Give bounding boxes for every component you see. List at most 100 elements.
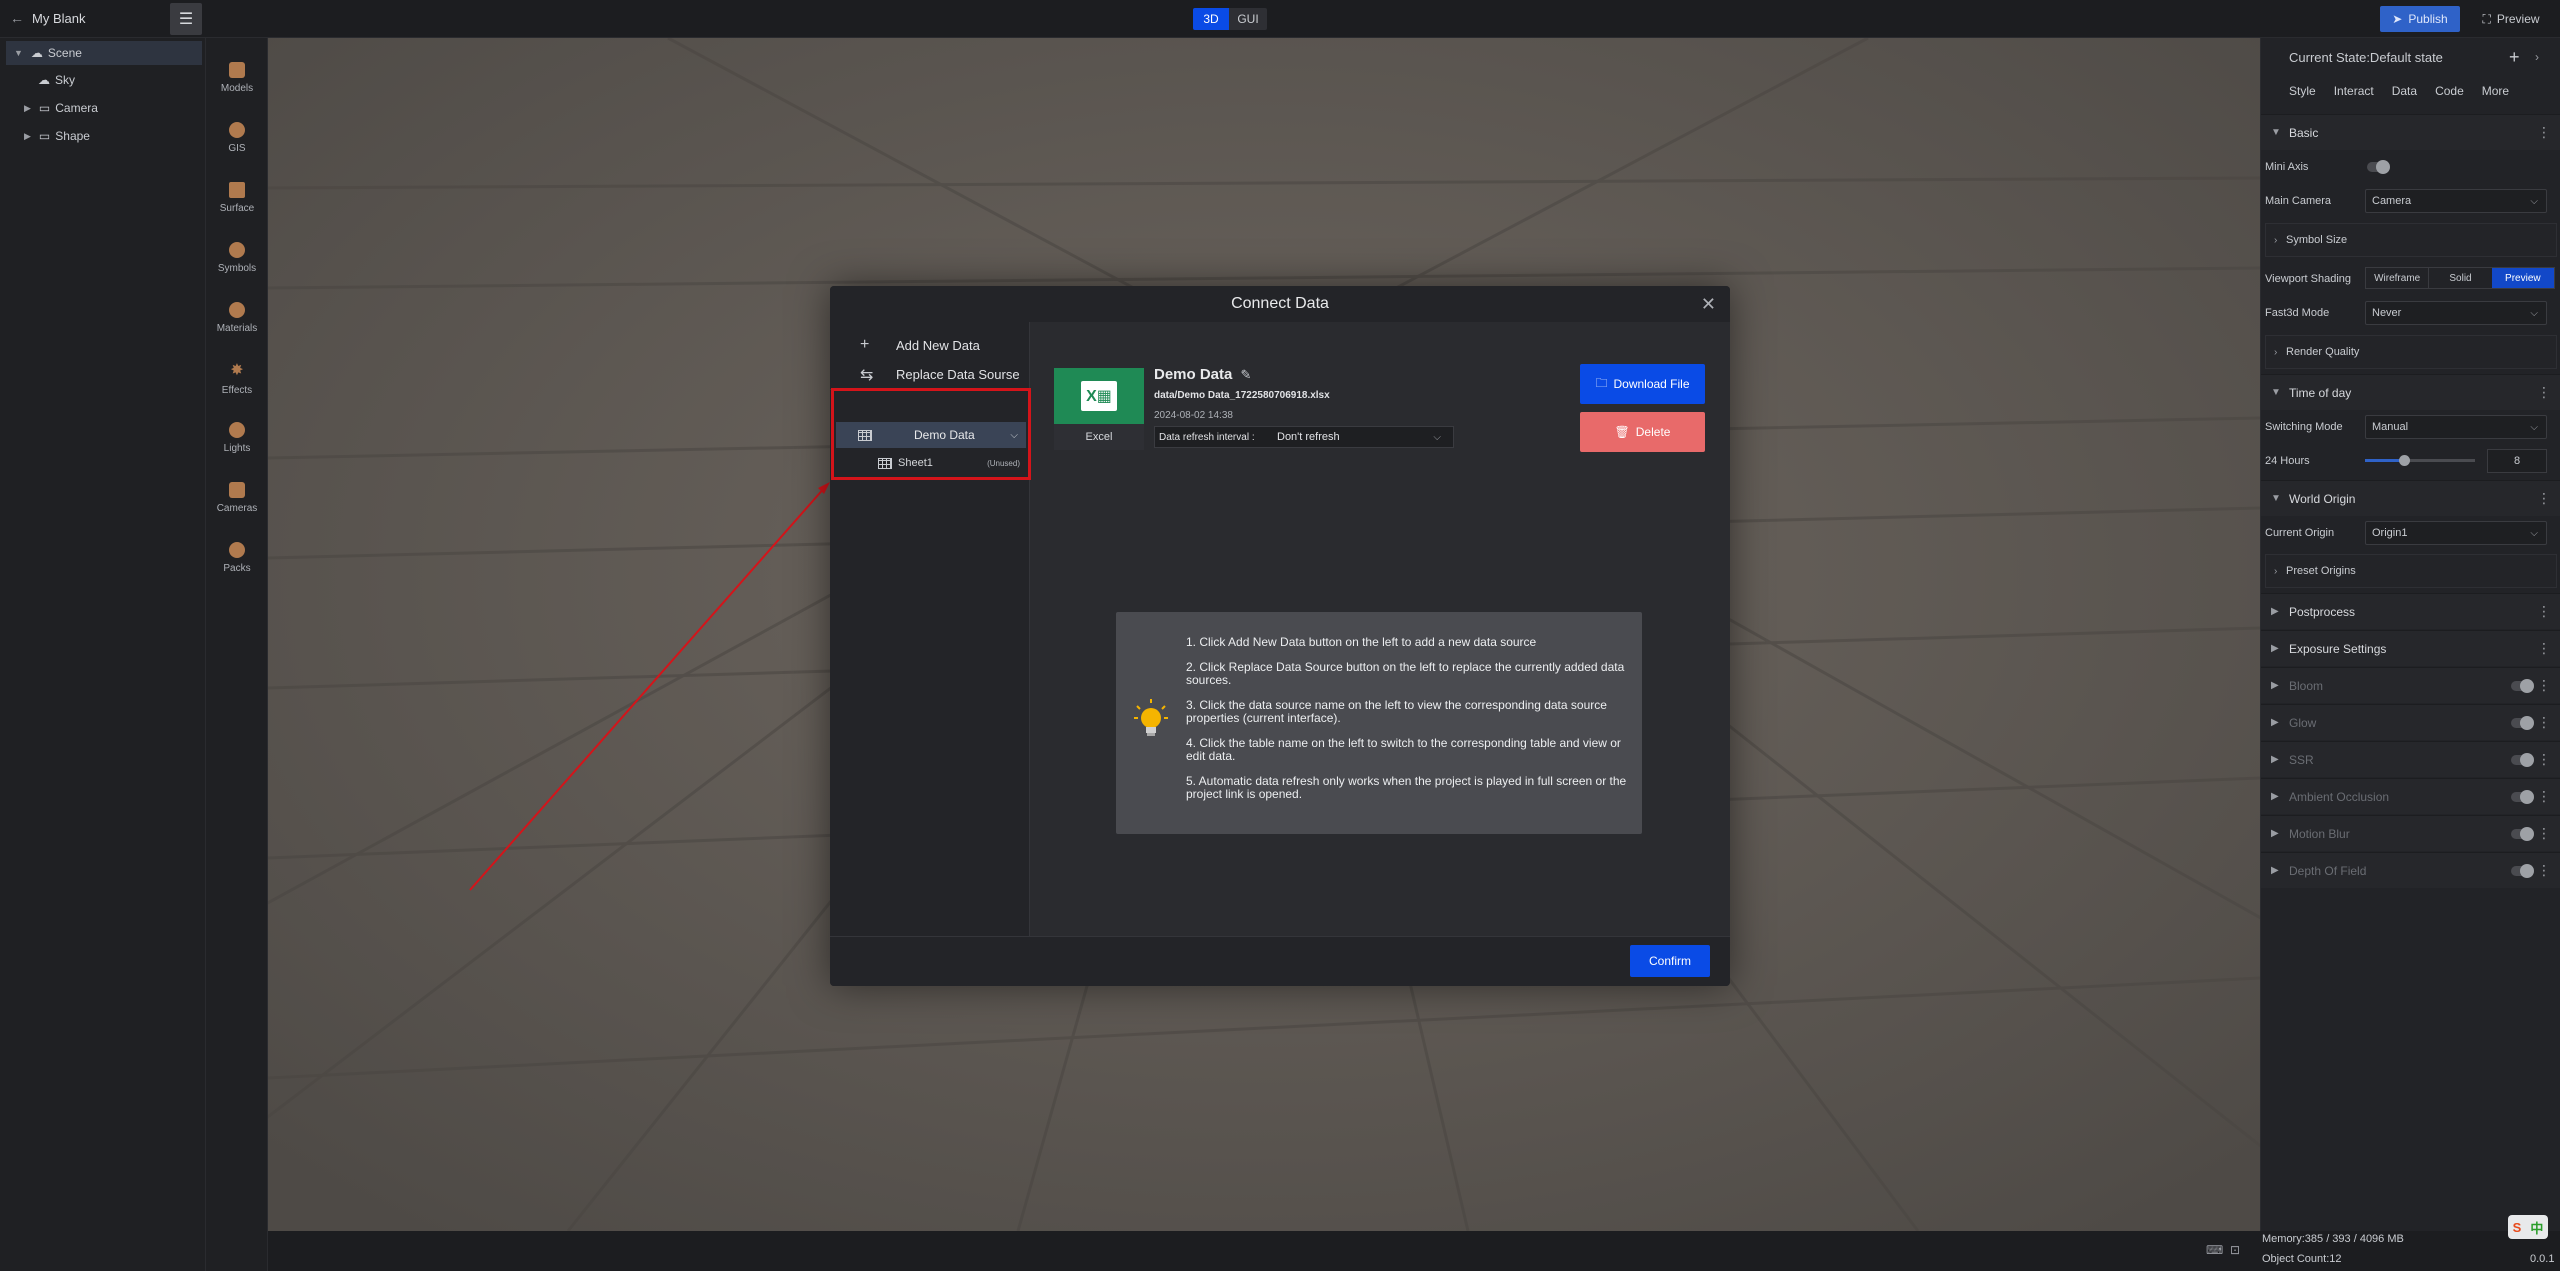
section-world-origin[interactable]: ▼ World Origin ⋮: [2261, 480, 2560, 516]
preview-button[interactable]: ⛶ Preview: [2470, 6, 2552, 32]
more-icon[interactable]: ⋮: [2537, 677, 2551, 694]
more-icon[interactable]: ⋮: [2537, 124, 2551, 141]
motion-blur-toggle[interactable]: [2511, 827, 2534, 841]
chevron-right-icon: ▶: [2271, 717, 2279, 728]
mode-gui-button[interactable]: GUI: [1229, 8, 1267, 30]
plus-icon: +: [860, 336, 870, 353]
glow-toggle[interactable]: [2511, 716, 2534, 730]
more-icon[interactable]: ⋮: [2537, 490, 2551, 507]
asset-surface[interactable]: Surface: [206, 168, 268, 228]
section-time-of-day[interactable]: ▼ Time of day ⋮: [2261, 374, 2560, 410]
section-exposure[interactable]: ▶ Exposure Settings ⋮: [2261, 630, 2560, 666]
more-icon[interactable]: ⋮: [2537, 603, 2551, 620]
section-glow[interactable]: ▶ Glow ⋮: [2261, 704, 2560, 740]
sky-icon: ☁: [38, 73, 50, 87]
current-origin-select[interactable]: Origin1 ⌵: [2365, 521, 2547, 545]
dof-toggle[interactable]: [2511, 864, 2534, 878]
section-title: Depth Of Field: [2289, 863, 2367, 878]
asset-materials[interactable]: Materials: [206, 288, 268, 348]
back-arrow-icon[interactable]: ←: [10, 10, 24, 26]
tree-item-sky[interactable]: ☁ Sky: [6, 68, 202, 92]
chevron-down-icon: ⌵: [1433, 431, 1441, 443]
tree-item-camera[interactable]: ▶ ▭ Camera: [6, 96, 202, 120]
asset-packs[interactable]: Packs: [206, 528, 268, 588]
section-title: Basic: [2289, 125, 2319, 140]
edit-pencil-icon[interactable]: ✎: [1241, 367, 1252, 382]
mode-3d-button[interactable]: 3D: [1193, 8, 1229, 30]
refresh-label: Data refresh interval :: [1159, 431, 1255, 443]
confirm-button[interactable]: Confirm: [1630, 945, 1710, 977]
chevron-right-icon[interactable]: ▶: [24, 131, 31, 142]
chevron-down-icon[interactable]: ⌵: [1010, 430, 1018, 441]
close-icon[interactable]: ✕: [1701, 294, 1716, 315]
more-icon[interactable]: ⋮: [2537, 751, 2551, 768]
bloom-toggle[interactable]: [2511, 679, 2534, 693]
data-source-item[interactable]: Demo Data ⌵: [836, 422, 1026, 448]
shading-segmented: Wireframe Solid Preview: [2365, 267, 2555, 289]
switching-mode-select[interactable]: Manual ⌵: [2365, 415, 2547, 439]
more-icon[interactable]: ⋮: [2537, 640, 2551, 657]
asset-cameras[interactable]: Cameras: [206, 468, 268, 528]
main-camera-select[interactable]: Camera ⌵: [2365, 189, 2547, 213]
add-new-data-button[interactable]: + Add New Data: [830, 330, 1030, 360]
chevron-right-icon[interactable]: ›: [2535, 50, 2539, 64]
section-bloom[interactable]: ▶ Bloom ⋮: [2261, 667, 2560, 703]
tab-data[interactable]: Data: [2392, 84, 2417, 108]
ime-icon[interactable]: S中: [2508, 1215, 2548, 1239]
asset-models[interactable]: Models: [206, 48, 268, 108]
more-icon[interactable]: ⋮: [2537, 825, 2551, 842]
hours-slider[interactable]: [2365, 455, 2475, 466]
asset-symbols[interactable]: Symbols: [206, 228, 268, 288]
file-path: data/Demo Data_1722580706918.xlsx: [1154, 390, 1330, 401]
hours-slider-knob[interactable]: [2398, 455, 2410, 466]
asset-label: Effects: [221, 385, 253, 396]
terminal-icon[interactable]: ⊡: [2230, 1243, 2240, 1257]
tree-item-shape[interactable]: ▶ ▭ Shape: [6, 124, 202, 148]
tab-style[interactable]: Style: [2289, 84, 2316, 108]
delete-button[interactable]: 🗑 Delete: [1580, 412, 1705, 452]
chevron-right-icon[interactable]: ▶: [24, 103, 31, 114]
asset-effects[interactable]: ✸ Effects: [206, 348, 268, 408]
properties-panel: Current State:Default state + › Style In…: [2260, 38, 2560, 1231]
menu-button[interactable]: ☰: [170, 3, 202, 35]
ssr-toggle[interactable]: [2511, 753, 2534, 767]
asset-gis[interactable]: GIS: [206, 108, 268, 168]
mini-axis-toggle[interactable]: [2367, 160, 2390, 174]
row-label: Switching Mode: [2265, 421, 2343, 433]
tab-interact[interactable]: Interact: [2334, 84, 2374, 108]
sheet-item[interactable]: Sheet1 (Unused): [836, 450, 1026, 476]
shading-solid[interactable]: Solid: [2428, 268, 2491, 288]
section-ssr[interactable]: ▶ SSR ⋮: [2261, 741, 2560, 777]
add-state-icon[interactable]: +: [2509, 47, 2520, 68]
models-icon: [229, 62, 245, 78]
tab-more[interactable]: More: [2482, 84, 2509, 108]
more-icon[interactable]: ⋮: [2537, 384, 2551, 401]
tab-code[interactable]: Code: [2435, 84, 2464, 108]
tree-item-label: Sky: [55, 73, 76, 87]
section-motion-blur[interactable]: ▶ Motion Blur ⋮: [2261, 815, 2560, 851]
more-icon[interactable]: ⋮: [2537, 714, 2551, 731]
hours-input[interactable]: 8: [2487, 449, 2547, 473]
more-icon[interactable]: ⋮: [2537, 862, 2551, 879]
tree-item-scene[interactable]: ▼ ☁ Scene: [6, 41, 202, 65]
publish-button[interactable]: ➤ Publish: [2380, 6, 2460, 32]
section-symbol-size[interactable]: › Symbol Size: [2265, 223, 2557, 257]
replace-data-source-button[interactable]: ⇆ Replace Data Sourse: [830, 360, 1030, 390]
refresh-interval-select[interactable]: Don't refresh ⌵: [1273, 428, 1449, 446]
ao-toggle[interactable]: [2511, 790, 2534, 804]
section-preset-origins[interactable]: › Preset Origins: [2265, 554, 2557, 588]
chevron-down-icon[interactable]: ▼: [14, 48, 23, 58]
shading-preview[interactable]: Preview: [2491, 268, 2554, 288]
select-value: Don't refresh: [1277, 431, 1340, 443]
section-ambient-occlusion[interactable]: ▶ Ambient Occlusion ⋮: [2261, 778, 2560, 814]
section-basic[interactable]: ▼ Basic ⋮: [2261, 114, 2560, 150]
section-depth-of-field[interactable]: ▶ Depth Of Field ⋮: [2261, 852, 2560, 888]
keyboard-icon[interactable]: ⌨: [2206, 1243, 2223, 1257]
section-postprocess[interactable]: ▶ Postprocess ⋮: [2261, 593, 2560, 629]
shading-wireframe[interactable]: Wireframe: [2366, 268, 2428, 288]
fast3d-select[interactable]: Never ⌵: [2365, 301, 2547, 325]
section-render-quality[interactable]: › Render Quality: [2265, 335, 2557, 369]
asset-lights[interactable]: Lights: [206, 408, 268, 468]
more-icon[interactable]: ⋮: [2537, 788, 2551, 805]
download-file-button[interactable]: 🗀 Download File: [1580, 364, 1705, 404]
